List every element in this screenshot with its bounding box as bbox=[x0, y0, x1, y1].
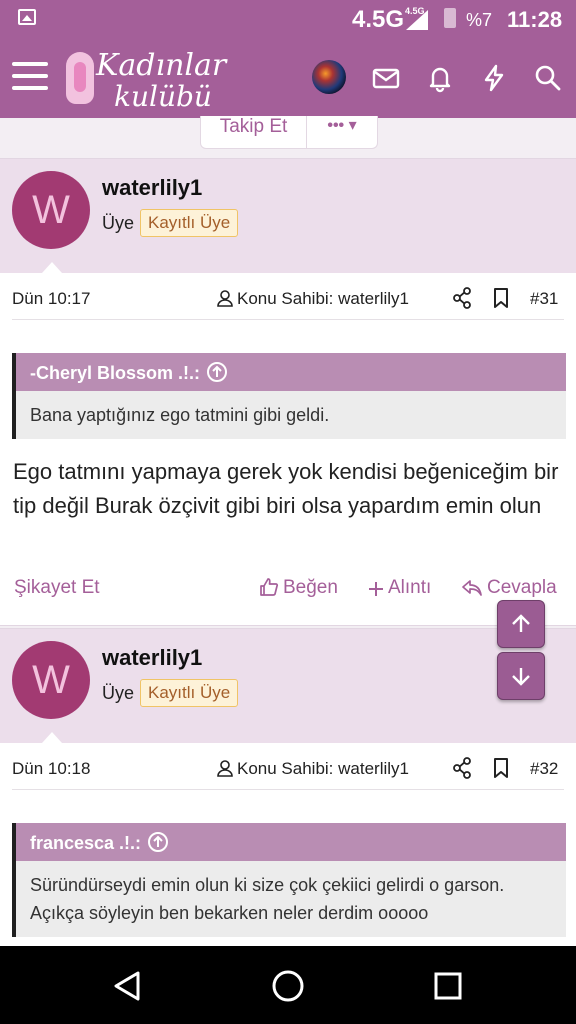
like-label: Beğen bbox=[283, 577, 338, 598]
quote-author: francesca .!.: bbox=[30, 833, 142, 853]
quote-label: Alıntı bbox=[388, 577, 432, 598]
caret-down-icon: ▾ bbox=[348, 117, 357, 134]
post-actions: Şikayet Et Beğen Alıntı Cevapla bbox=[12, 577, 564, 611]
thumbs-up-icon bbox=[260, 578, 279, 596]
share-icon[interactable] bbox=[452, 287, 472, 314]
back-icon[interactable] bbox=[110, 968, 146, 1009]
quote-button[interactable]: Alıntı bbox=[368, 577, 431, 599]
site-logo[interactable]: Kadınlar kulübü bbox=[66, 46, 236, 113]
owner-label: Konu Sahibi: waterlily1 bbox=[237, 289, 409, 308]
more-label: ••• bbox=[327, 117, 345, 134]
logo-line1: Kadınlar bbox=[96, 48, 227, 83]
app-header: Kadınlar kulübü bbox=[0, 38, 576, 118]
status-bar: 4.5G4.5G %7 11:28 bbox=[0, 0, 576, 38]
quote-block: francesca .!.: Süründürseydi emin olun k… bbox=[12, 823, 566, 937]
post-author-header: W waterlily1 Üye Kayıtlı Üye bbox=[0, 159, 576, 273]
like-button[interactable]: Beğen bbox=[259, 577, 338, 599]
follow-button[interactable]: Takip Et bbox=[201, 116, 306, 148]
signal-icon bbox=[406, 10, 428, 30]
image-notification-icon bbox=[18, 9, 36, 25]
quote-text: Süründürseydi emin olun ki size çok çeki… bbox=[30, 875, 505, 923]
reply-label: Cevapla bbox=[487, 577, 557, 598]
user-avatar[interactable] bbox=[312, 60, 346, 94]
home-icon[interactable] bbox=[270, 968, 306, 1009]
user-role: Üye bbox=[102, 683, 135, 703]
scroll-top-button[interactable] bbox=[497, 600, 545, 648]
post-number[interactable]: #32 bbox=[530, 759, 558, 779]
logo-mark bbox=[66, 52, 94, 104]
post: W waterlily1 Üye Kayıtlı Üye Dün 10:18 K… bbox=[0, 628, 576, 960]
system-navigation-bar bbox=[0, 946, 576, 1024]
thread-owner: Konu Sahibi: waterlily1 bbox=[216, 289, 409, 309]
menu-icon[interactable] bbox=[12, 62, 48, 92]
post-date[interactable]: Dün 10:18 bbox=[12, 759, 90, 779]
quote-text: Bana yaptığınız ego tatmini gibi geldi. bbox=[30, 405, 330, 425]
battery-percent: %7 bbox=[466, 10, 493, 30]
quote-header[interactable]: -Cheryl Blossom .!.: bbox=[16, 353, 566, 391]
author-name[interactable]: waterlily1 bbox=[102, 175, 202, 201]
arrow-down-icon bbox=[512, 668, 530, 686]
user-icon bbox=[217, 290, 233, 307]
recents-icon[interactable] bbox=[430, 968, 466, 1009]
avatar[interactable]: W bbox=[12, 641, 90, 719]
owner-label: Konu Sahibi: waterlily1 bbox=[237, 759, 409, 778]
arrow-up-icon bbox=[512, 614, 530, 632]
mail-icon[interactable] bbox=[370, 62, 402, 94]
user-role: Üye bbox=[102, 213, 135, 233]
plus-icon bbox=[369, 582, 383, 596]
more-button[interactable]: ••• ▾ bbox=[307, 116, 377, 148]
thread-owner: Konu Sahibi: waterlily1 bbox=[216, 759, 409, 779]
bookmark-icon[interactable] bbox=[492, 287, 510, 314]
user-badge: Kayıtlı Üye bbox=[140, 679, 239, 707]
quote-header[interactable]: francesca .!.: bbox=[16, 823, 566, 861]
header-pointer bbox=[42, 262, 62, 273]
bell-icon[interactable] bbox=[424, 62, 456, 94]
post-number[interactable]: #31 bbox=[530, 289, 558, 309]
post-meta: Dün 10:18 Konu Sahibi: waterlily1 #32 bbox=[12, 751, 564, 790]
user-icon bbox=[217, 760, 233, 777]
bookmark-icon[interactable] bbox=[492, 757, 510, 784]
post-date[interactable]: Dün 10:17 bbox=[12, 289, 90, 309]
post-meta: Dün 10:17 Konu Sahibi: waterlily1 #31 bbox=[12, 281, 564, 320]
bolt-icon[interactable] bbox=[478, 62, 510, 94]
quote-block: -Cheryl Blossom .!.: Bana yaptığınız ego… bbox=[12, 353, 566, 439]
arrow-up-circle-icon[interactable] bbox=[206, 361, 228, 383]
post: W waterlily1 Üye Kayıtlı Üye Dün 10:17 K… bbox=[0, 158, 576, 626]
reply-button[interactable]: Cevapla bbox=[461, 577, 557, 599]
report-button[interactable]: Şikayet Et bbox=[14, 577, 100, 599]
post-body: Ego tatmını yapmaya gerek yok kendisi be… bbox=[13, 459, 559, 518]
author-name[interactable]: waterlily1 bbox=[102, 645, 202, 671]
reply-icon bbox=[462, 580, 482, 596]
header-pointer bbox=[42, 732, 62, 743]
post-author-header: W waterlily1 Üye Kayıtlı Üye bbox=[0, 629, 576, 743]
quote-author: -Cheryl Blossom .!.: bbox=[30, 363, 201, 383]
avatar[interactable]: W bbox=[12, 171, 90, 249]
user-badge: Kayıtlı Üye bbox=[140, 209, 239, 237]
search-icon[interactable] bbox=[532, 62, 564, 94]
logo-line2: kulübü bbox=[114, 80, 212, 113]
clock: 11:28 bbox=[507, 7, 563, 32]
share-icon[interactable] bbox=[452, 757, 472, 784]
battery-icon bbox=[444, 8, 456, 28]
arrow-up-circle-icon[interactable] bbox=[147, 831, 169, 853]
thread-action-bar: Takip Et ••• ▾ bbox=[200, 116, 378, 149]
scroll-bottom-button[interactable] bbox=[497, 652, 545, 700]
